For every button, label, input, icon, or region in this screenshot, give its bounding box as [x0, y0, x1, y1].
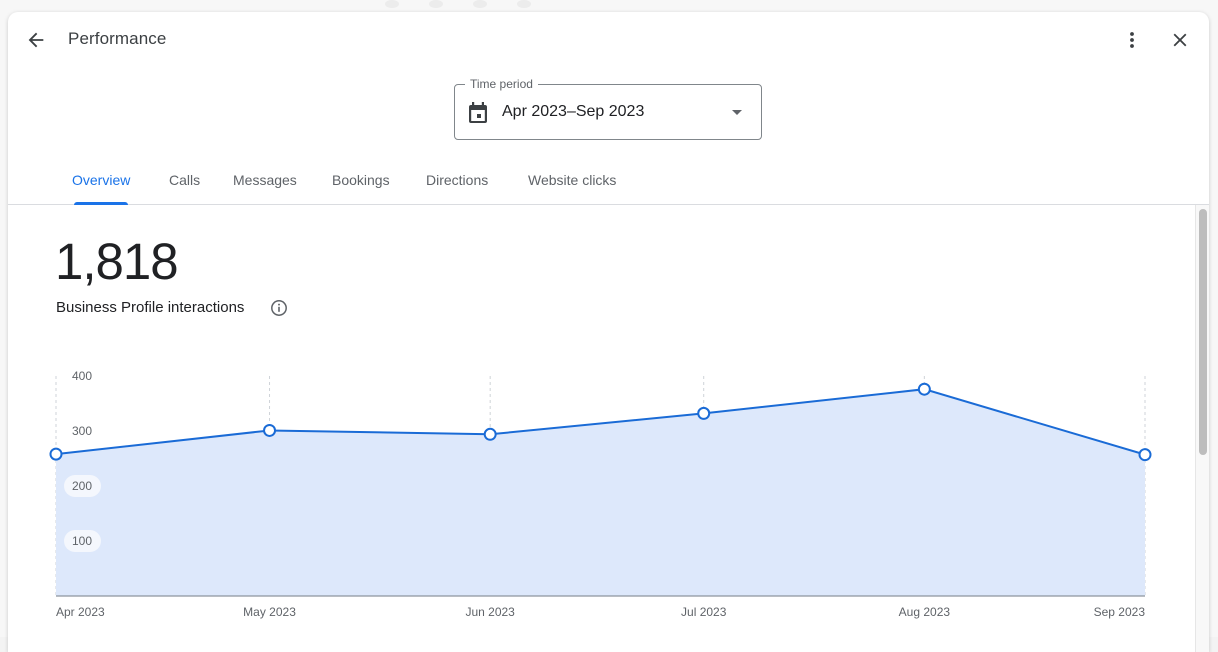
x-tick-label: Apr 2023	[56, 605, 105, 619]
x-tick-label: Sep 2023	[1094, 605, 1146, 619]
data-point[interactable]	[919, 384, 930, 395]
background-toolbar	[385, 0, 585, 10]
data-point[interactable]	[698, 408, 709, 419]
data-point[interactable]	[264, 425, 275, 436]
y-tick-label: 100	[64, 530, 101, 552]
y-tick-text: 200	[72, 479, 92, 493]
tab-overview[interactable]: Overview	[72, 172, 130, 205]
tab-bar: Overview Calls Messages Bookings Directi…	[8, 162, 1209, 205]
time-period-value: Apr 2023–Sep 2023	[502, 103, 644, 121]
y-tick-label: 300	[72, 424, 92, 438]
more-options-button[interactable]	[1118, 26, 1146, 54]
y-tick-label: 400	[72, 369, 92, 383]
interactions-chart: 100 200 300 400 Apr 2023 May 2023 Jun 2023 Jul…	[8, 205, 1195, 652]
y-tick-text: 300	[72, 424, 92, 438]
overview-panel: 1,818 Business Profile interactions 1002…	[8, 205, 1195, 652]
data-point[interactable]	[1140, 449, 1151, 460]
performance-dialog: Performance Time period Apr 2023–Sep 202…	[8, 12, 1209, 652]
y-tick-text: 100	[72, 534, 92, 548]
more-vert-icon	[1120, 28, 1144, 52]
tab-bookings[interactable]: Bookings	[332, 172, 390, 205]
back-button[interactable]	[22, 26, 50, 54]
area-fill	[56, 389, 1145, 596]
x-tick-label: May 2023	[243, 605, 296, 619]
time-period-label: Time period	[465, 77, 538, 91]
close-button[interactable]	[1166, 26, 1194, 54]
tab-directions[interactable]: Directions	[426, 172, 488, 205]
tab-calls[interactable]: Calls	[169, 172, 200, 205]
time-period-select[interactable]: Time period Apr 2023–Sep 2023	[454, 84, 762, 140]
scrollbar-thumb[interactable]	[1199, 209, 1207, 455]
tab-messages[interactable]: Messages	[233, 172, 297, 205]
x-tick-label: Aug 2023	[899, 605, 951, 619]
arrow-back-icon	[25, 29, 47, 51]
y-tick-text: 400	[72, 369, 92, 383]
x-tick-label: Jul 2023	[681, 605, 727, 619]
close-icon	[1169, 29, 1191, 51]
calendar-icon	[468, 102, 488, 124]
tab-website-clicks[interactable]: Website clicks	[528, 172, 616, 205]
x-tick-label: Jun 2023	[465, 605, 515, 619]
page-title: Performance	[68, 29, 166, 49]
scrollbar[interactable]	[1195, 205, 1209, 652]
dropdown-arrow-icon	[732, 110, 742, 115]
data-point[interactable]	[485, 429, 496, 440]
dialog-header: Performance	[8, 12, 1209, 68]
data-point[interactable]	[51, 449, 62, 460]
y-tick-label: 200	[64, 475, 101, 497]
